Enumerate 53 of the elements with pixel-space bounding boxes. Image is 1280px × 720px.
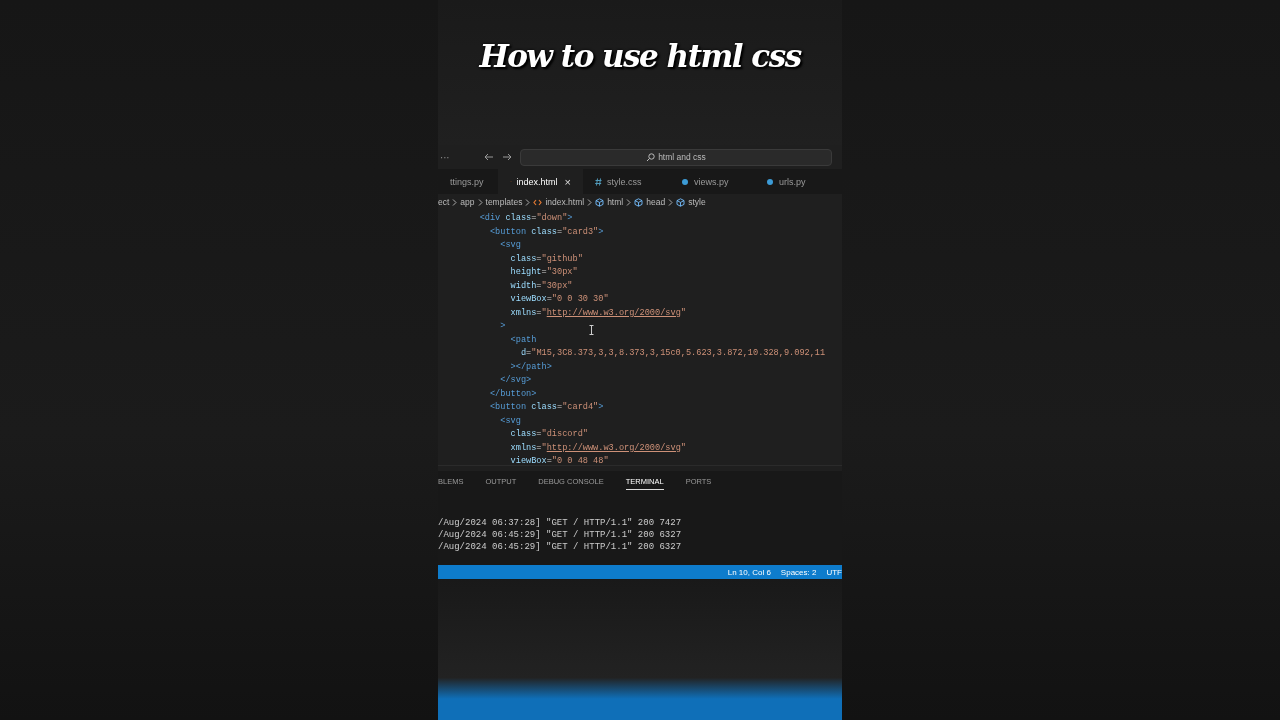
breadcrumb-item[interactable]: style: [676, 197, 706, 207]
back-arrow-icon[interactable]: [484, 153, 494, 161]
status-item[interactable]: Spaces: 2: [780, 567, 817, 577]
code-line: viewBox="0 0 30 30": [509, 293, 609, 306]
code-line: xmlns="http://www.w3.org/2000/svg": [509, 441, 686, 455]
menu-button[interactable]: ···: [440, 151, 476, 163]
chevron-icon: [626, 198, 632, 206]
python-icon: [681, 177, 689, 186]
status-item[interactable]: Ln 10, Col 6: [727, 567, 771, 577]
chevron-icon: [525, 198, 531, 206]
code-line: <svg: [499, 239, 521, 252]
code-line: </button>: [488, 387, 537, 401]
terminal-line: /Aug/2024 06:45:29] "GET / HTTP/1.1" 200 6327: [438, 541, 683, 553]
code-line: width="30px": [509, 279, 573, 293]
code-line: ></path>: [509, 360, 552, 374]
chevron-icon: [668, 198, 674, 206]
close-icon[interactable]: ×: [564, 175, 571, 188]
video-title: How to use html css: [479, 38, 801, 74]
chevron-icon: [477, 198, 483, 206]
status-item[interactable]: UTF: [826, 567, 842, 577]
code-line: <path: [509, 333, 537, 347]
code-line: height="30px": [509, 266, 578, 279]
text-cursor-icon: [589, 325, 594, 335]
terminal-line: /Aug/2024 06:37:28] "GET / HTTP/1.1" 200 7427: [438, 517, 683, 529]
code-line: class="discord": [509, 428, 588, 441]
editor-tab[interactable]: index.html ×: [498, 169, 583, 194]
forward-arrow-icon[interactable]: [502, 153, 512, 161]
breadcrumb-item[interactable]: ect: [438, 197, 450, 207]
code-line: class="github": [509, 252, 583, 266]
cube-icon: [676, 197, 686, 207]
chevron-icon: [587, 198, 593, 206]
code-line: <svg: [499, 414, 521, 428]
search-icon: [646, 152, 656, 162]
code-line: >: [499, 320, 506, 333]
code-line: viewBox="0 0 48 48": [509, 455, 609, 465]
search-field[interactable]: html and css: [520, 148, 832, 166]
terminal-line: /Aug/2024 06:45:29] "GET / HTTP/1.1" 200 6327: [438, 529, 683, 541]
cube-icon: [595, 197, 605, 207]
breadcrumb-item[interactable]: html: [595, 197, 624, 207]
hash-icon: [595, 177, 602, 186]
code-line: <button class="card3">: [488, 225, 604, 239]
cube-icon: [634, 197, 644, 207]
breadcrumb-item[interactable]: app: [460, 197, 475, 207]
code-line: </svg>: [499, 374, 532, 387]
chevron-icon: [452, 198, 458, 206]
code-line: <div class="down">: [478, 212, 573, 225]
code-line: xmlns="http://www.w3.org/2000/svg": [509, 306, 686, 320]
breadcrumb-item[interactable]: templates: [485, 197, 523, 207]
code-line: d="M15,3C8.373,3,3,8.373,3,15c0,5.623,3.872,10.328,9.092,11: [519, 347, 826, 360]
breadcrumb-item[interactable]: head: [634, 197, 666, 207]
code-line: <button class="card4">: [488, 401, 604, 414]
breadcrumb-item[interactable]: index.html: [533, 197, 585, 207]
python-icon: [766, 177, 774, 186]
